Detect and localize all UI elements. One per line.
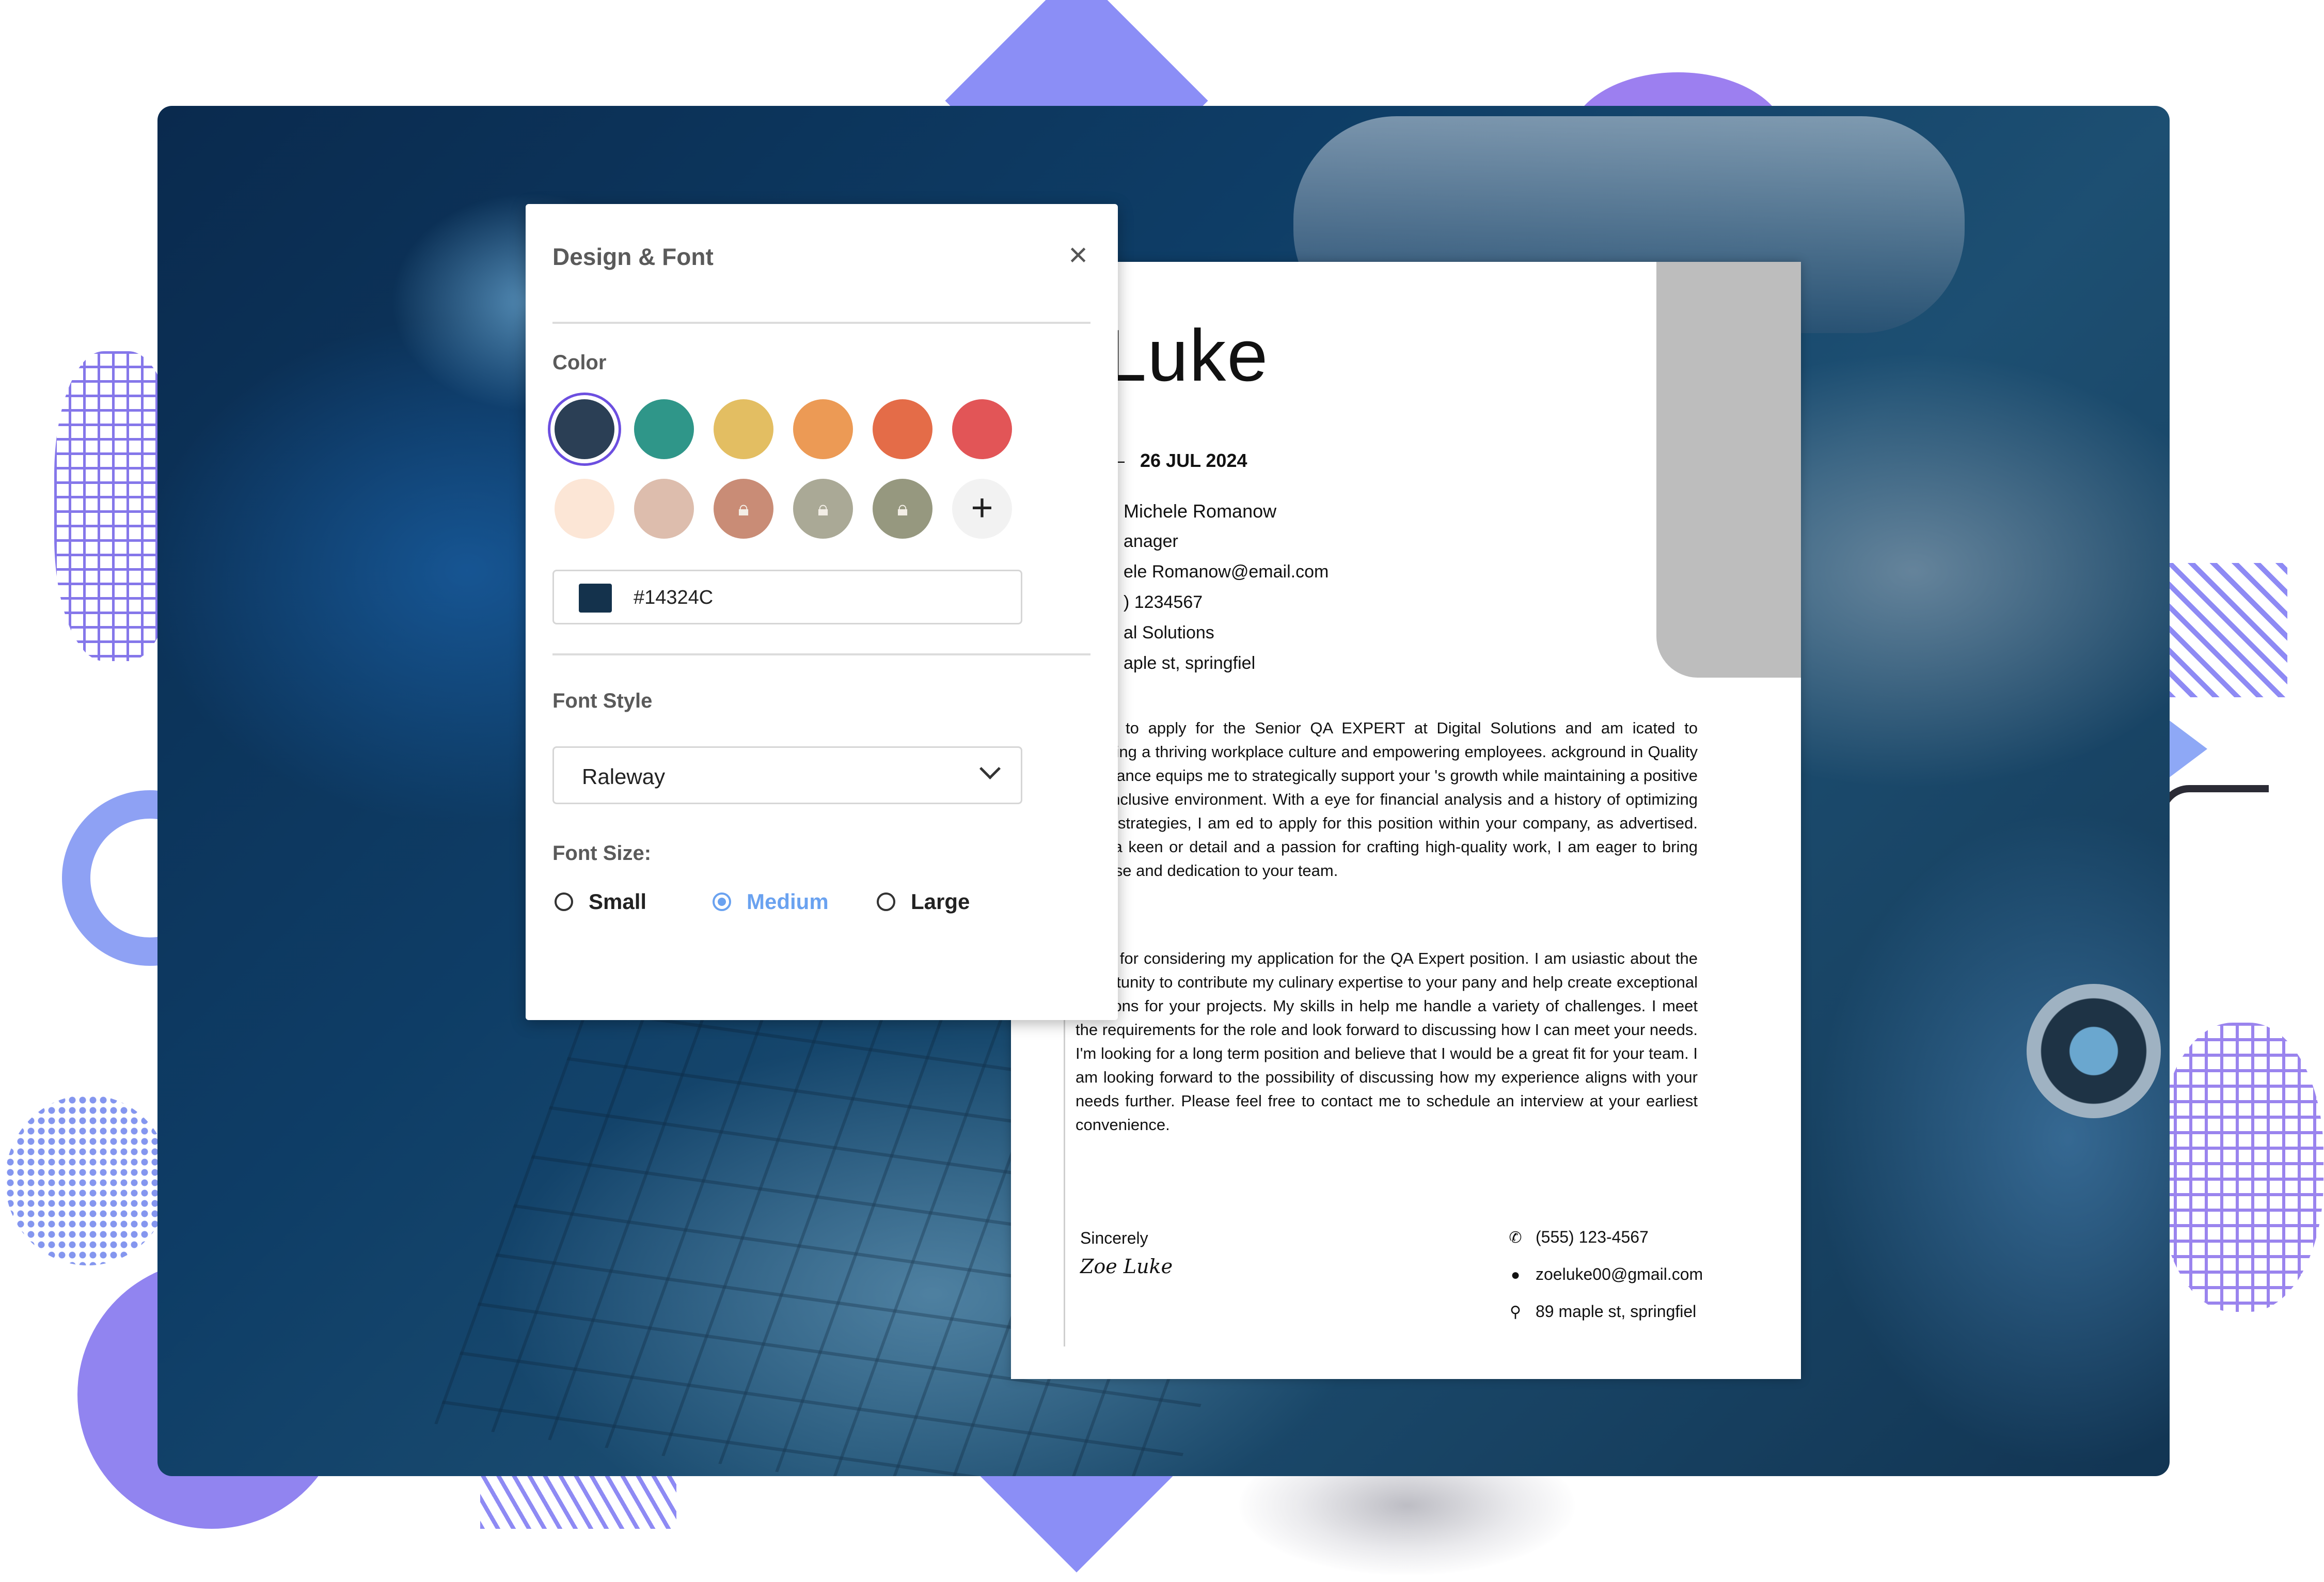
hex-color-value: #14324C xyxy=(634,587,714,608)
font-style-select[interactable]: Raleway xyxy=(552,746,1022,804)
color-swatch-orange[interactable] xyxy=(793,399,853,459)
location-pin-icon: ⚲ xyxy=(1510,1304,1521,1321)
font-size-label-small[interactable]: Small xyxy=(589,889,646,914)
panel-divider-middle xyxy=(552,653,1090,655)
signature: Zoe Luke xyxy=(1080,1255,1173,1278)
design-font-panel: Design & Font × Color 🔒︎ 🔒︎ 🔒︎ + #14324C… xyxy=(526,204,1118,1020)
cover-letter-preview: oe Luke QA Expert – 26 JUL 2024 Michele … xyxy=(1001,262,1801,1379)
font-size-label-large[interactable]: Large xyxy=(911,889,970,914)
recipient-address: aple st, springfiel xyxy=(1124,653,1256,673)
contact-phone: ✆ (555) 123-4567 xyxy=(1507,1228,1649,1247)
font-style-value: Raleway xyxy=(582,764,666,789)
recipient-title: anager xyxy=(1124,531,1178,551)
closing: Sincerely xyxy=(1080,1229,1148,1247)
font-size-radio-medium[interactable] xyxy=(713,892,731,911)
lock-icon: 🔒︎ xyxy=(817,497,829,520)
close-icon[interactable]: × xyxy=(1063,238,1094,271)
panel-title: Design & Font xyxy=(552,243,714,270)
contact-email: ● zoeluke00@gmail.com xyxy=(1507,1265,1703,1284)
letter-paragraph-2: k you for considering my application for… xyxy=(1076,949,1698,1134)
contact-email-text: zoeluke00@gmail.com xyxy=(1536,1265,1703,1283)
add-color-button[interactable]: + xyxy=(952,479,1012,539)
decorative-lines-bottom xyxy=(480,1472,676,1529)
color-swatch-navy[interactable] xyxy=(555,399,614,459)
color-swatch-teal[interactable] xyxy=(634,399,694,459)
hex-color-preview xyxy=(579,584,612,613)
decorative-lines-right xyxy=(2169,563,2287,697)
recipient-company: al Solutions xyxy=(1124,623,1214,643)
panel-divider-top xyxy=(552,322,1090,324)
color-swatch-olive-locked[interactable]: 🔒︎ xyxy=(873,479,932,539)
letter-paragraph-1: eager to apply for the Senior QA EXPERT … xyxy=(1076,719,1698,880)
lock-icon: 🔒︎ xyxy=(738,497,749,520)
plus-icon: + xyxy=(971,486,993,529)
lock-icon: 🔒︎ xyxy=(897,497,908,520)
color-swatch-peach[interactable] xyxy=(555,479,614,539)
font-size-radio-large[interactable] xyxy=(877,892,895,911)
color-swatch-yellow[interactable] xyxy=(714,399,773,459)
contact-address-text: 89 maple st, springfiel xyxy=(1536,1302,1697,1321)
header-accent-tab xyxy=(1656,262,1801,678)
decorative-triangle-right xyxy=(2166,718,2207,780)
recipient-email: ele Romanow@email.com xyxy=(1124,562,1329,582)
decorative-grid-right xyxy=(2158,1023,2323,1312)
contact-address: ⚲ 89 maple st, springfiel xyxy=(1507,1302,1696,1321)
person-icon: ● xyxy=(1510,1266,1521,1283)
font-size-label-medium[interactable]: Medium xyxy=(747,889,829,914)
phone-icon: ✆ xyxy=(1509,1229,1522,1246)
decorative-dots-left xyxy=(5,1095,170,1265)
recipient-phone: ) 1234567 xyxy=(1124,592,1203,612)
color-swatch-terracotta-locked[interactable]: 🔒︎ xyxy=(714,479,773,539)
recipient-name: Michele Romanow xyxy=(1124,500,1277,522)
color-swatch-rose[interactable] xyxy=(634,479,694,539)
font-size-label: Font Size: xyxy=(552,842,652,865)
contact-phone-text: (555) 123-4567 xyxy=(1536,1228,1649,1246)
color-label: Color xyxy=(552,351,607,374)
robot-eye-graphic xyxy=(2027,984,2161,1118)
color-swatch-sage-locked[interactable]: 🔒︎ xyxy=(793,479,853,539)
color-swatch-coral[interactable] xyxy=(873,399,932,459)
letter-date: 26 JUL 2024 xyxy=(1140,450,1247,471)
font-style-label: Font Style xyxy=(552,690,653,712)
chevron-down-icon xyxy=(979,758,1001,780)
decorative-hook-right xyxy=(2158,785,2269,865)
hex-color-input[interactable]: #14324C xyxy=(552,570,1022,624)
font-size-radio-small[interactable] xyxy=(555,892,573,911)
color-swatch-red[interactable] xyxy=(952,399,1012,459)
